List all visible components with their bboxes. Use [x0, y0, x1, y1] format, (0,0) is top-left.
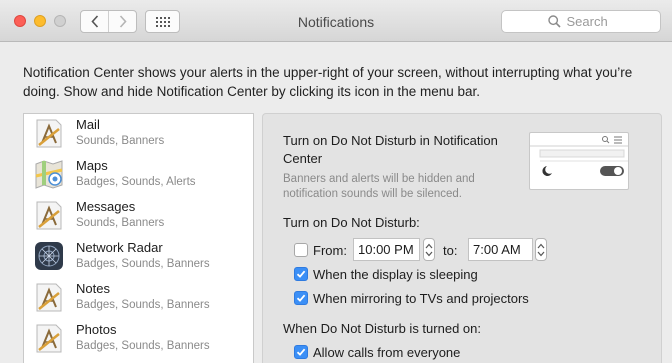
app-alert-types: Sounds, Banners	[76, 135, 165, 147]
search-icon	[547, 15, 561, 28]
app-alert-types: Badges, Sounds, Banners	[76, 299, 210, 311]
to-time-stepper[interactable]	[535, 238, 547, 261]
grid-icon	[155, 16, 170, 27]
mirroring-checkbox[interactable]	[294, 291, 308, 305]
display-sleeping-label: When the display is sleeping	[313, 267, 478, 282]
app-alert-types: Badges, Sounds, Banners	[76, 340, 210, 352]
dnd-note: Banners and alerts will be hidden and no…	[283, 173, 475, 200]
to-time-field[interactable]: 7:00 AM	[468, 238, 533, 261]
app-list[interactable]: Mail Sounds, Banners Maps Badges, Sounds…	[23, 113, 254, 363]
chevron-right-icon	[119, 15, 127, 28]
photos-icon	[36, 324, 62, 353]
app-name: Messages	[76, 199, 136, 214]
app-name: Mail	[76, 117, 100, 132]
allow-calls-checkbox[interactable]	[294, 345, 308, 359]
app-alert-types: Badges, Sounds, Banners	[76, 258, 210, 270]
navigation-buttons	[80, 10, 137, 33]
app-alert-types: Sounds, Banners	[76, 217, 165, 229]
title-bar: Notifications	[0, 0, 672, 42]
forward-button[interactable]	[108, 11, 136, 32]
close-window-button[interactable]	[14, 15, 26, 27]
list-item-photos[interactable]: Photos Badges, Sounds, Banners	[24, 319, 253, 360]
checkmark-icon	[296, 348, 306, 356]
when-on-label: When Do Not Disturb is turned on:	[283, 321, 481, 336]
list-item-messages[interactable]: Messages Sounds, Banners	[24, 196, 253, 237]
list-item-maps[interactable]: Maps Badges, Sounds, Alerts	[24, 155, 253, 196]
messages-icon	[36, 201, 62, 230]
network-radar-icon	[35, 242, 63, 270]
allow-calls-label: Allow calls from everyone	[313, 345, 461, 360]
minimize-window-button[interactable]	[34, 15, 46, 27]
app-name: Notes	[76, 281, 110, 296]
show-all-button[interactable]	[145, 10, 180, 33]
dnd-title: Turn on Do Not Disturb in Notification C…	[283, 133, 498, 166]
search-field[interactable]	[501, 10, 661, 33]
checkmark-icon	[296, 270, 306, 278]
app-name: Maps	[76, 158, 108, 173]
checkmark-icon	[296, 294, 306, 302]
list-item-notes[interactable]: Notes Badges, Sounds, Banners	[24, 278, 253, 319]
list-item-mail[interactable]: Mail Sounds, Banners	[24, 114, 253, 155]
do-not-disturb-panel: Turn on Do Not Disturb in Notification C…	[262, 113, 662, 363]
notification-center-preview	[529, 132, 629, 190]
chevron-left-icon	[90, 15, 98, 28]
preview-illustration	[530, 136, 628, 176]
app-name: Photos	[76, 322, 117, 337]
app-name: Network Radar	[76, 240, 163, 255]
mail-icon	[36, 119, 62, 148]
list-item-network-radar[interactable]: Network Radar Badges, Sounds, Banners	[24, 237, 253, 278]
mirroring-label: When mirroring to TVs and projectors	[313, 291, 529, 306]
stepper-arrows-icon	[537, 243, 545, 256]
to-label: to:	[443, 243, 458, 258]
schedule-label: Turn on Do Not Disturb:	[283, 215, 420, 230]
notes-icon	[36, 283, 62, 312]
app-alert-types: Badges, Sounds, Alerts	[76, 176, 196, 188]
description-text: Notification Center shows your alerts in…	[23, 65, 633, 99]
back-button[interactable]	[81, 11, 108, 32]
stepper-arrows-icon	[425, 243, 433, 256]
display-sleeping-checkbox[interactable]	[294, 267, 308, 281]
search-input[interactable]	[566, 14, 615, 29]
from-checkbox[interactable]	[294, 243, 308, 257]
maps-icon	[35, 160, 63, 189]
from-label: From:	[313, 243, 347, 258]
from-time-field[interactable]: 10:00 PM	[353, 238, 420, 261]
zoom-window-button[interactable]	[54, 15, 66, 27]
from-time-stepper[interactable]	[423, 238, 435, 261]
